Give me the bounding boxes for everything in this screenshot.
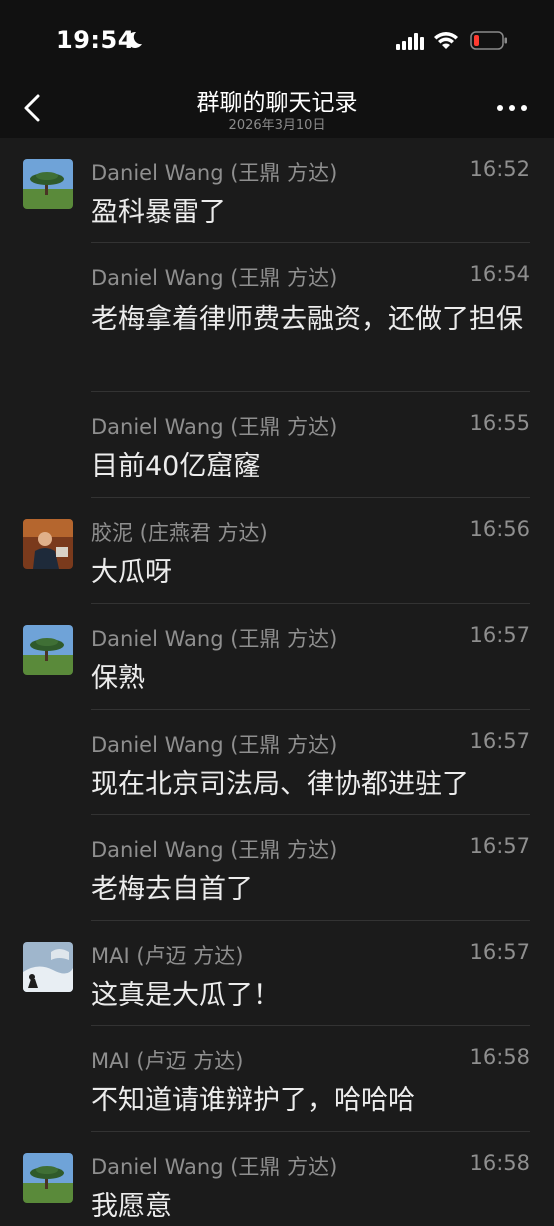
- divider: [91, 242, 530, 243]
- message-time: 16:55: [469, 411, 530, 435]
- divider: [91, 603, 530, 604]
- message-sender: MAI (卢迈 方达): [91, 1049, 244, 1073]
- snow-avatar[interactable]: [23, 942, 73, 992]
- person-avatar[interactable]: [23, 519, 73, 569]
- page-title: 群聊的聊天记录: [196, 90, 358, 116]
- message-time: 16:58: [469, 1151, 530, 1175]
- message-time: 16:54: [469, 262, 530, 286]
- message-text: 老梅拿着律师费去融资，还做了担保: [91, 304, 523, 335]
- message-text: 我愿意: [91, 1191, 172, 1222]
- message-sender: Daniel Wang (王鼎 方达): [91, 627, 338, 651]
- tree-avatar[interactable]: [23, 625, 73, 675]
- message-text: 现在北京司法局、律协都进驻了: [91, 769, 469, 800]
- message-time: 16:57: [469, 940, 530, 964]
- message-time: 16:58: [469, 1045, 530, 1069]
- battery-icon: [470, 31, 507, 50]
- message-sender: Daniel Wang (王鼎 方达): [91, 161, 338, 185]
- tree-avatar[interactable]: [23, 1153, 73, 1203]
- wifi-icon: [434, 32, 458, 49]
- divider: [91, 814, 530, 815]
- message-text: 不知道请谁辩护了，哈哈哈: [91, 1085, 415, 1116]
- divider: [91, 920, 530, 921]
- message-sender: Daniel Wang (王鼎 方达): [91, 838, 338, 862]
- message-time: 16:52: [469, 157, 530, 181]
- message-sender: Daniel Wang (王鼎 方达): [91, 1155, 338, 1179]
- message-sender: Daniel Wang (王鼎 方达): [91, 415, 338, 439]
- divider: [91, 709, 530, 710]
- message-text: 盈科暴雷了: [91, 197, 226, 228]
- page-subtitle-date: 2026年3月10日: [228, 118, 326, 133]
- tree-avatar[interactable]: [23, 159, 73, 209]
- divider: [91, 1131, 530, 1132]
- message-time: 16:56: [469, 517, 530, 541]
- message-text: 大瓜呀: [91, 557, 172, 588]
- more-options-icon[interactable]: [492, 94, 532, 122]
- message-text: 这真是大瓜了！: [91, 980, 280, 1011]
- cellular-signal-icon: [396, 33, 424, 50]
- status-bar: 19:54: [0, 0, 554, 80]
- message-text: 老梅去自首了: [91, 874, 253, 905]
- message-time: 16:57: [469, 623, 530, 647]
- message-sender: 胶泥 (庄燕君 方达): [91, 521, 268, 545]
- divider: [91, 1025, 530, 1026]
- message-text: 保熟: [91, 663, 145, 694]
- nav-bar: 群聊的聊天记录 2026年3月10日: [0, 80, 554, 138]
- message-text: 目前40亿窟窿: [91, 451, 261, 482]
- message-sender: Daniel Wang (王鼎 方达): [91, 266, 338, 290]
- message-time: 16:57: [469, 834, 530, 858]
- moon-icon: [127, 31, 142, 48]
- divider: [91, 497, 530, 498]
- message-sender: Daniel Wang (王鼎 方达): [91, 733, 338, 757]
- message-time: 16:57: [469, 729, 530, 753]
- message-sender: MAI (卢迈 方达): [91, 944, 244, 968]
- divider: [91, 391, 530, 392]
